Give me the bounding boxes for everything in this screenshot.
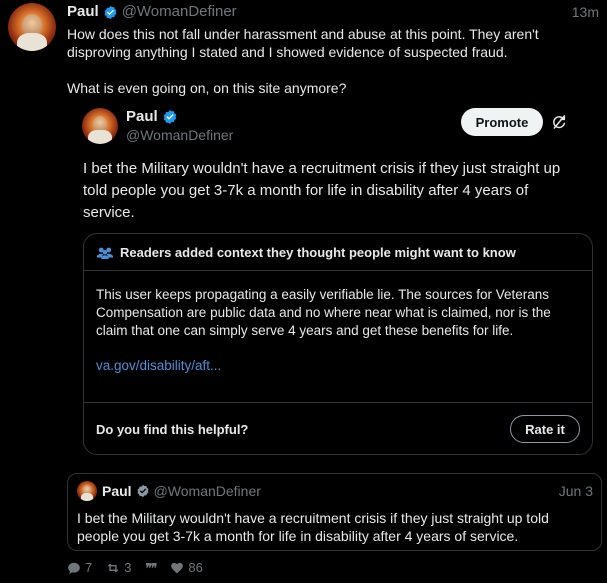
repost-count: 3: [124, 560, 132, 575]
helpful-prompt: Do you find this helpful?: [96, 422, 249, 437]
action-bar: 7 3 ❞❞ 86: [67, 560, 203, 575]
quoted-text-line: service.: [83, 204, 135, 221]
embedded-quote-text: I bet the Military wouldn't have a recru…: [77, 509, 592, 545]
quoted-text-line: told people you get 3-7k a month for lif…: [83, 182, 529, 199]
quoted-text-line: I bet the Military wouldn't have a recru…: [83, 160, 561, 177]
author-name[interactable]: Paul: [126, 108, 158, 125]
post-text-line: What is even going on, on this site anym…: [67, 80, 347, 96]
refresh-icon[interactable]: [551, 114, 567, 130]
avatar[interactable]: [82, 108, 118, 144]
post-header: Paul @WomanDefiner: [67, 3, 237, 21]
author-handle[interactable]: @WomanDefiner: [154, 483, 261, 499]
quote-icon: ❞❞: [145, 560, 157, 575]
post-text: How does this not fall under harassment …: [67, 25, 597, 97]
community-note-body: This user keeps propagating a easily ver…: [96, 286, 584, 340]
community-note-header: Readers added context they thought peopl…: [120, 245, 516, 260]
verified-badge-icon: [103, 5, 118, 20]
verified-badge-icon: [136, 484, 150, 498]
author-handle[interactable]: @WomanDefiner: [122, 3, 237, 21]
promote-button[interactable]: Promote: [461, 108, 543, 136]
author-name[interactable]: Paul: [102, 483, 132, 499]
reply-button[interactable]: 7: [67, 560, 92, 575]
heart-icon: [170, 561, 184, 574]
post-text-line: How does this not fall under harassment …: [67, 26, 539, 42]
repost-icon: [106, 561, 120, 575]
quote-button[interactable]: ❞❞: [145, 560, 157, 575]
quoted-post-text: I bet the Military wouldn't have a recru…: [83, 158, 598, 224]
reply-count: 7: [85, 560, 93, 575]
post-text-line: disproving anything I stated and I showe…: [67, 44, 508, 60]
embedded-quote[interactable]: Paul @WomanDefiner Jun 3 I bet the Milit…: [67, 473, 602, 551]
embedded-text-line: people you get 3-7k a month for life in …: [77, 528, 519, 544]
community-note: Readers added context they thought peopl…: [83, 233, 593, 455]
avatar[interactable]: [77, 481, 97, 501]
like-count: 86: [188, 560, 203, 575]
reply-icon: [67, 561, 81, 575]
note-link[interactable]: va.gov/disability/aft...: [96, 358, 221, 373]
note-line: This user keeps propagating a easily ver…: [96, 287, 549, 302]
people-icon: [96, 246, 114, 260]
embedded-text-line: I bet the Military wouldn't have a recru…: [77, 510, 549, 526]
verified-badge-icon: [162, 109, 178, 125]
rate-it-button[interactable]: Rate it: [510, 415, 580, 443]
post-time[interactable]: 13m: [572, 4, 599, 20]
repost-button[interactable]: 3: [106, 560, 131, 575]
avatar[interactable]: [8, 3, 56, 51]
note-line: claim that one can simply serve 4 years …: [96, 323, 514, 338]
embedded-quote-date[interactable]: Jun 3: [559, 483, 593, 499]
note-line: Compensation are public data and no wher…: [96, 305, 551, 320]
author-name[interactable]: Paul: [67, 3, 99, 21]
author-handle[interactable]: @WomanDefiner: [126, 127, 233, 143]
like-button[interactable]: 86: [170, 560, 203, 575]
